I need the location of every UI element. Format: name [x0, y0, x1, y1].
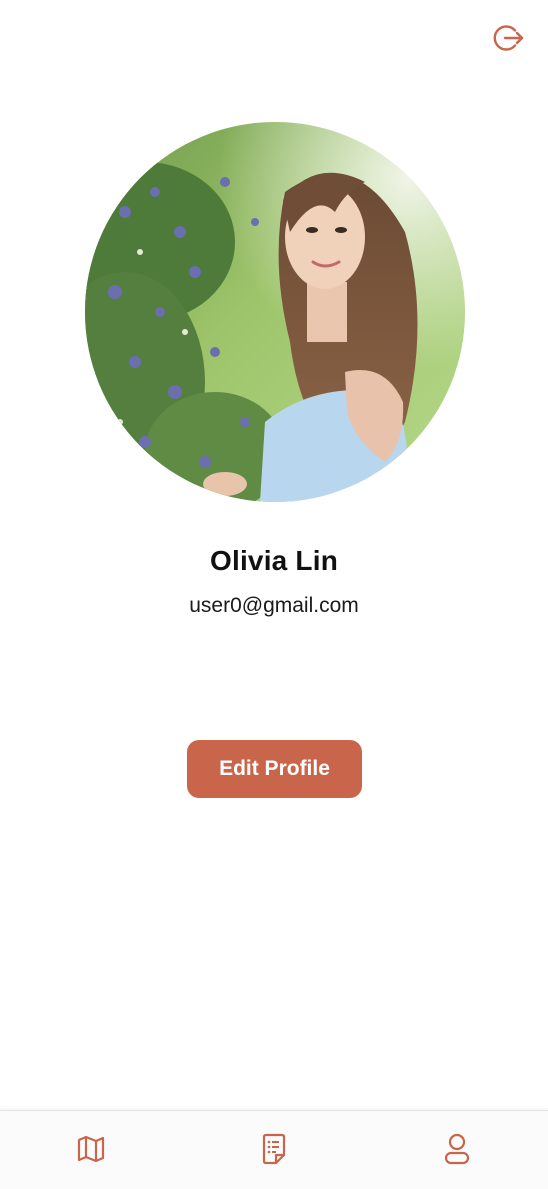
- edit-profile-button[interactable]: Edit Profile: [187, 740, 362, 798]
- map-icon: [77, 1135, 105, 1163]
- logout-button[interactable]: [493, 22, 525, 54]
- logout-icon: [493, 25, 524, 51]
- tab-map[interactable]: [0, 1111, 182, 1187]
- tab-notes[interactable]: [183, 1111, 365, 1187]
- bottom-tab-bar: [0, 1110, 548, 1189]
- profile-name: Olivia Lin: [209, 545, 339, 576]
- avatar: [85, 122, 465, 502]
- notes-icon: [262, 1133, 286, 1165]
- profile-email: user0@gmail.com: [189, 594, 359, 617]
- profile-icon: [444, 1133, 470, 1165]
- tab-profile[interactable]: [366, 1111, 548, 1187]
